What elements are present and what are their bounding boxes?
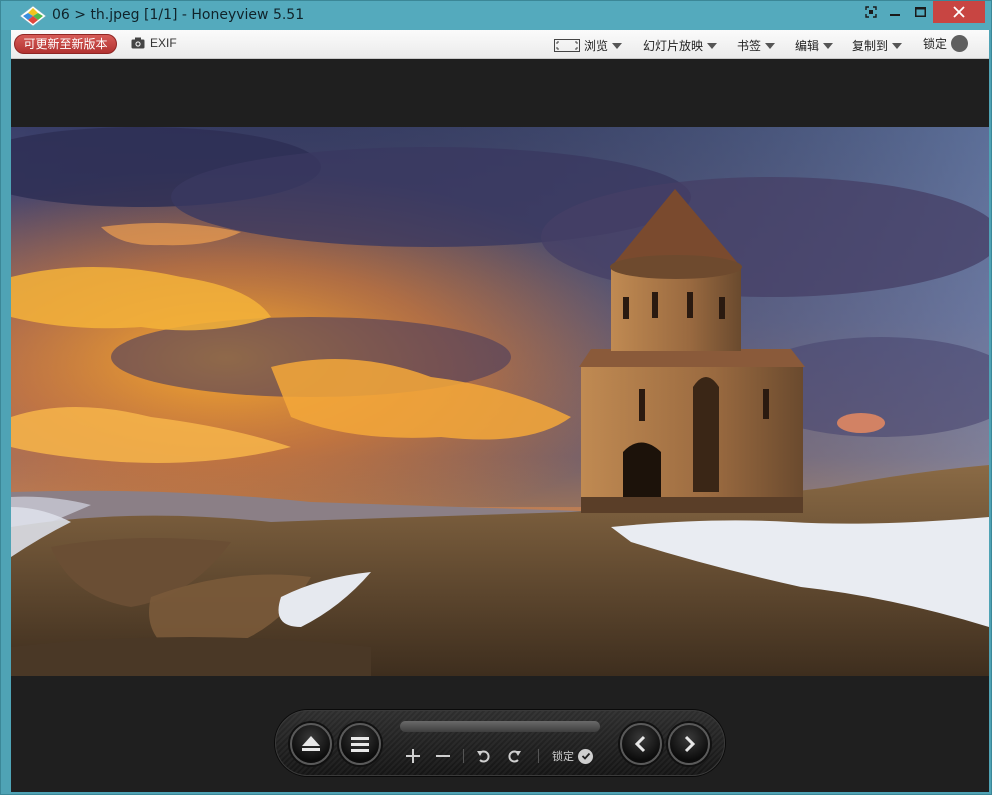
window-title: 06 > th.jpeg [1/1] - Honeyview 5.51 bbox=[52, 7, 305, 23]
close-button[interactable] bbox=[933, 1, 985, 23]
fullscreen-button[interactable] bbox=[859, 1, 883, 23]
eject-button[interactable] bbox=[290, 723, 332, 765]
minimize-button[interactable] bbox=[883, 1, 907, 23]
image-viewer[interactable]: 锁定 bbox=[11, 59, 989, 792]
exif-label: EXIF bbox=[150, 36, 177, 50]
menu-copy-to-label: 复制到 bbox=[852, 39, 889, 53]
zoom-in-button[interactable] bbox=[404, 747, 422, 765]
next-button[interactable] bbox=[668, 723, 710, 765]
menu-edit[interactable]: 编辑 bbox=[795, 37, 834, 54]
update-available-button[interactable]: 可更新至新版本 bbox=[14, 34, 117, 54]
separator bbox=[463, 749, 464, 763]
menu-button[interactable] bbox=[339, 723, 381, 765]
prev-icon bbox=[634, 735, 646, 753]
rotate-left-icon bbox=[477, 750, 490, 763]
eject-icon bbox=[302, 736, 320, 751]
zoom-out-button[interactable] bbox=[434, 747, 452, 765]
honeyview-logo-icon bbox=[19, 5, 47, 27]
control-lock-toggle[interactable]: 锁定 bbox=[552, 748, 593, 764]
rotate-left-button[interactable] bbox=[475, 747, 493, 765]
menu-view[interactable]: 浏览 bbox=[554, 37, 623, 54]
control-bar: 锁定 bbox=[275, 710, 725, 776]
exif-button[interactable]: EXIF bbox=[131, 36, 177, 50]
check-icon bbox=[578, 748, 593, 764]
menu-edit-label: 编辑 bbox=[795, 39, 820, 53]
chevron-down-icon bbox=[612, 42, 623, 49]
lock-indicator-icon bbox=[951, 35, 969, 52]
previous-button[interactable] bbox=[620, 723, 662, 765]
rotate-right-icon bbox=[508, 750, 521, 763]
photo-canvas[interactable] bbox=[11, 127, 989, 676]
control-lock-label: 锁定 bbox=[552, 750, 574, 763]
zoom-in-icon bbox=[406, 749, 420, 763]
chevron-down-icon bbox=[765, 42, 776, 49]
app-window: 06 > th.jpeg [1/1] - Honeyview 5.51 可更新至… bbox=[0, 0, 992, 795]
chevron-down-icon bbox=[892, 42, 903, 49]
chevron-down-icon bbox=[823, 42, 834, 49]
title-bar[interactable]: 06 > th.jpeg [1/1] - Honeyview 5.51 bbox=[1, 1, 991, 30]
lock-toggle[interactable]: 锁定 bbox=[923, 35, 969, 52]
separator bbox=[538, 749, 539, 763]
toolbar: 可更新至新版本 EXIF 浏览 幻灯片放映 书签 编辑 复制到 锁定 bbox=[11, 30, 989, 59]
view-frame-icon bbox=[554, 39, 580, 52]
lock-label: 锁定 bbox=[923, 37, 948, 51]
zoom-out-icon bbox=[436, 755, 450, 757]
progress-track[interactable] bbox=[400, 721, 600, 732]
menu-bookmarks[interactable]: 书签 bbox=[737, 37, 776, 54]
maximize-button[interactable] bbox=[907, 1, 933, 23]
menu-icon bbox=[351, 737, 369, 752]
chevron-down-icon bbox=[707, 42, 718, 49]
menu-copy-to[interactable]: 复制到 bbox=[852, 37, 903, 54]
next-icon bbox=[684, 735, 696, 753]
rotate-right-button[interactable] bbox=[505, 747, 523, 765]
menu-bookmarks-label: 书签 bbox=[737, 39, 762, 53]
camera-icon bbox=[131, 37, 145, 49]
fullscreen-icon bbox=[865, 6, 877, 18]
menu-slideshow[interactable]: 幻灯片放映 bbox=[643, 37, 718, 54]
close-icon bbox=[953, 6, 965, 18]
menu-slideshow-label: 幻灯片放映 bbox=[643, 39, 704, 53]
maximize-icon bbox=[914, 7, 926, 17]
minimize-icon bbox=[890, 14, 900, 16]
menu-view-label: 浏览 bbox=[584, 39, 609, 53]
